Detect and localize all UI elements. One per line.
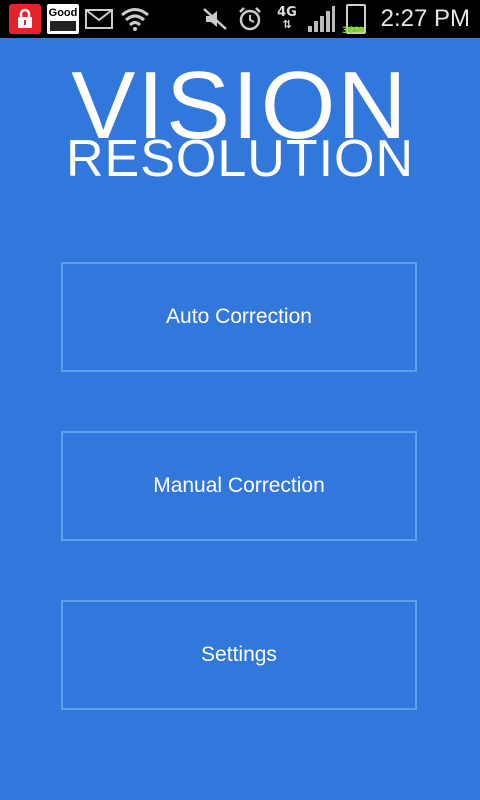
lock-icon [9, 4, 41, 34]
mute-icon [200, 0, 230, 38]
battery-percent: 32% [342, 26, 364, 36]
auto-correction-label: Auto Correction [166, 305, 312, 328]
auto-correction-button[interactable]: Auto Correction [61, 262, 417, 372]
alarm-icon [236, 0, 264, 38]
good-label: Good [48, 7, 78, 19]
mail-icon [84, 0, 114, 38]
4g-icon: 4G ⇅ [272, 0, 302, 38]
status-time: 2:27 PM [380, 5, 470, 32]
manual-correction-label: Manual Correction [153, 474, 325, 497]
status-bar: Good 4G ⇅ 32% 2:27 PM [0, 0, 480, 38]
settings-button[interactable]: Settings [61, 600, 417, 710]
app-title-resolution: RESOLUTION [65, 130, 415, 188]
good-app-icon: Good [47, 4, 79, 34]
manual-correction-button[interactable]: Manual Correction [61, 431, 417, 541]
wifi-icon [119, 0, 151, 38]
settings-label: Settings [201, 643, 277, 666]
signal-icon [306, 0, 336, 38]
data-arrows-icon: ⇅ [282, 18, 292, 31]
